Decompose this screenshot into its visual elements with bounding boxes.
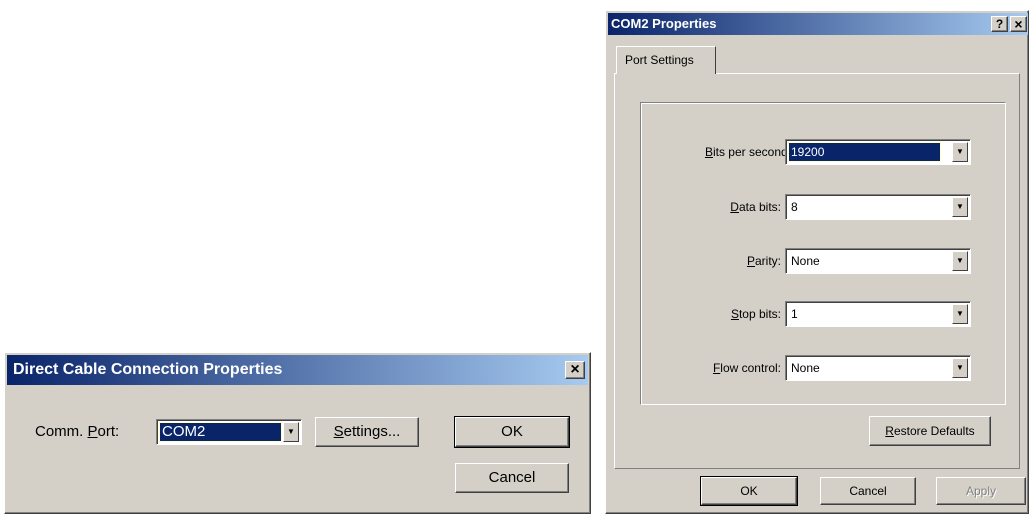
parity-value: None: [791, 254, 820, 268]
com-properties-titlebar[interactable]: COM2 Properties ? ×: [608, 13, 1028, 35]
data-bits-value: 8: [791, 200, 798, 214]
chevron-down-icon[interactable]: ▼: [952, 304, 968, 324]
bits-per-second-value: 19200: [788, 142, 941, 162]
chevron-down-icon[interactable]: ▼: [952, 358, 968, 378]
close-icon[interactable]: ×: [1010, 16, 1027, 32]
tab-port-settings[interactable]: Port Settings: [616, 46, 716, 74]
flow-control-value: None: [791, 361, 820, 375]
bits-per-second-label: Bits per second:: [704, 145, 791, 159]
chevron-down-icon[interactable]: ▼: [952, 251, 968, 271]
data-bits-dropdown[interactable]: 8 ▼: [785, 194, 971, 220]
cancel-button[interactable]: Cancel: [455, 463, 569, 493]
stop-bits-dropdown[interactable]: 1 ▼: [785, 301, 971, 327]
apply-button[interactable]: Apply: [936, 477, 1026, 505]
stop-bits-label: Stop bits:: [730, 307, 781, 321]
flow-control-label: Flow control:: [712, 361, 781, 375]
flow-control-dropdown[interactable]: None ▼: [785, 355, 971, 381]
comm-port-dropdown[interactable]: COM2 ▼: [156, 419, 302, 445]
cancel-button[interactable]: Cancel: [820, 477, 916, 505]
direct-cable-dialog: Direct Cable Connection Properties × Com…: [4, 352, 591, 514]
stop-bits-value: 1: [791, 307, 798, 321]
parity-label: Parity:: [746, 254, 781, 268]
help-icon[interactable]: ?: [991, 16, 1008, 32]
parity-dropdown[interactable]: None ▼: [785, 248, 971, 274]
dialog-title: COM2 Properties: [611, 16, 717, 31]
restore-defaults-button[interactable]: Restore Defaults: [869, 416, 991, 446]
comm-port-label: Comm. Port:: [35, 423, 120, 440]
close-icon[interactable]: ×: [565, 361, 585, 379]
direct-cable-titlebar[interactable]: Direct Cable Connection Properties ×: [7, 355, 588, 385]
dialog-title: Direct Cable Connection Properties: [13, 361, 283, 378]
port-settings-panel: Bits per second: 19200 ▼ Data bits: 8 ▼ …: [614, 73, 1020, 469]
bits-per-second-dropdown[interactable]: 19200 ▼: [785, 139, 971, 165]
ok-button[interactable]: OK: [700, 476, 798, 506]
com-properties-dialog: COM2 Properties ? × Port Settings Bits p…: [605, 10, 1029, 514]
chevron-down-icon[interactable]: ▼: [952, 142, 968, 162]
ok-button[interactable]: OK: [454, 416, 570, 448]
chevron-down-icon[interactable]: ▼: [283, 422, 299, 442]
data-bits-label: Data bits:: [730, 200, 781, 214]
comm-port-value: COM2: [159, 422, 282, 442]
settings-button[interactable]: Settings...: [315, 417, 419, 447]
chevron-down-icon[interactable]: ▼: [952, 197, 968, 217]
